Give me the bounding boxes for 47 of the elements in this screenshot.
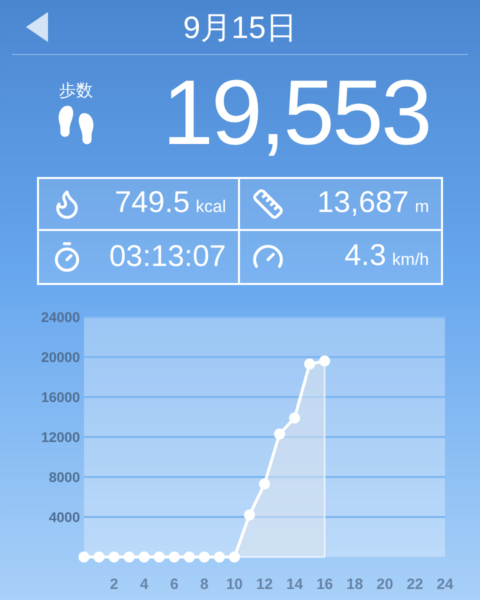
data-point bbox=[228, 552, 240, 562]
data-point bbox=[138, 552, 150, 562]
data-point bbox=[214, 552, 225, 562]
data-point bbox=[78, 552, 90, 562]
data-point bbox=[154, 552, 165, 562]
x-tick-label: 16 bbox=[316, 576, 333, 593]
ruler-icon bbox=[252, 188, 284, 220]
back-button[interactable] bbox=[26, 12, 50, 42]
x-tick-label: 20 bbox=[376, 576, 394, 593]
stat-unit: m bbox=[414, 196, 429, 218]
y-tick-label: 16000 bbox=[41, 389, 80, 405]
date-title: 9月15日 bbox=[183, 12, 297, 42]
steps-label: 歩数 bbox=[59, 80, 93, 102]
y-tick-label: 12000 bbox=[41, 429, 80, 445]
data-point bbox=[108, 552, 120, 562]
y-tick-label: 4000 bbox=[48, 509, 80, 525]
data-point bbox=[289, 412, 300, 424]
data-point bbox=[319, 356, 330, 366]
data-point bbox=[124, 552, 135, 562]
data-point bbox=[168, 552, 180, 562]
stat-value: 13,687 bbox=[317, 188, 409, 218]
y-tick-label: 8000 bbox=[48, 469, 80, 485]
stat-value: 4.3 bbox=[344, 241, 386, 272]
data-point bbox=[274, 428, 286, 440]
step-count: 19,553 bbox=[162, 66, 430, 158]
data-point bbox=[259, 478, 270, 490]
stat-value: 03:13:07 bbox=[109, 242, 226, 272]
x-tick-label: 12 bbox=[256, 576, 273, 593]
stat-value: 749.5 bbox=[114, 188, 190, 218]
data-point bbox=[94, 552, 105, 562]
x-tick-label: 8 bbox=[200, 576, 208, 593]
data-point bbox=[304, 358, 316, 370]
data-point bbox=[184, 552, 195, 562]
y-tick-label: 20000 bbox=[41, 349, 80, 365]
x-tick-label: 4 bbox=[140, 576, 148, 593]
stat-unit: km/h bbox=[392, 249, 429, 272]
x-tick-label: 6 bbox=[170, 576, 178, 593]
y-tick-label: 24000 bbox=[41, 309, 80, 325]
x-tick-label: 24 bbox=[436, 576, 454, 593]
x-tick-label: 2 bbox=[110, 576, 118, 593]
x-tick-label: 18 bbox=[346, 576, 364, 593]
data-point bbox=[244, 510, 255, 520]
x-tick-label: 14 bbox=[286, 576, 303, 593]
stat-unit: kcal bbox=[196, 196, 226, 218]
data-point bbox=[198, 552, 210, 562]
x-tick-label: 22 bbox=[406, 576, 424, 593]
x-tick-label: 10 bbox=[226, 576, 243, 593]
